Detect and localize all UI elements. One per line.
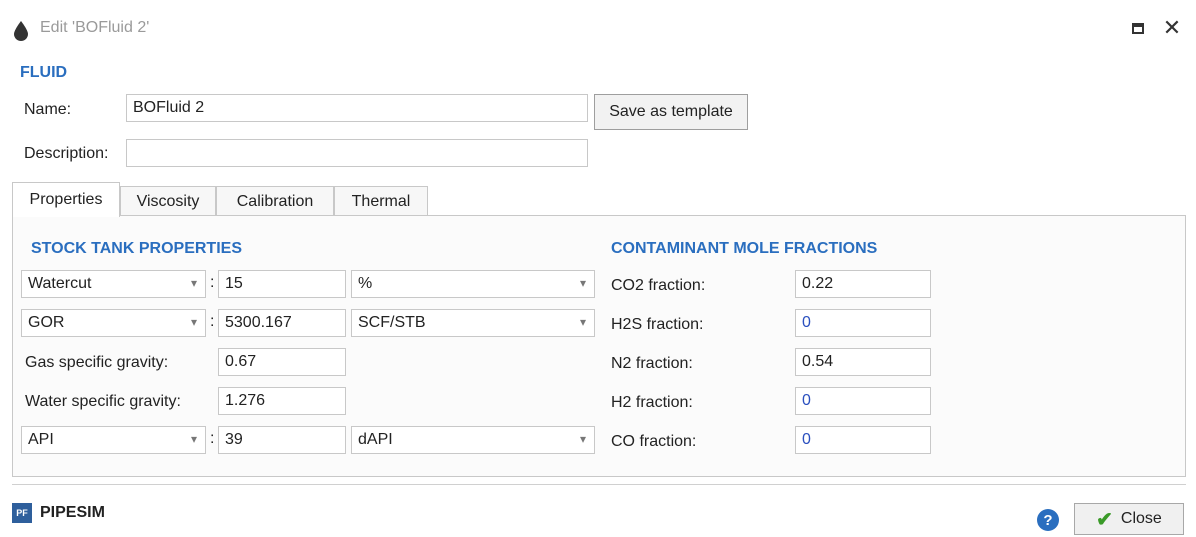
water-sg-label: Water specific gravity: — [25, 393, 181, 410]
colon: : — [210, 313, 215, 330]
name-label: Name: — [24, 101, 72, 118]
chevron-down-icon: ▾ — [190, 432, 197, 446]
gor-unit-select[interactable]: SCF/STB ▾ — [351, 309, 595, 337]
colon: : — [210, 274, 215, 291]
tab-thermal[interactable]: Thermal — [334, 186, 428, 216]
co-fraction-label: CO fraction: — [611, 433, 697, 450]
close-button[interactable]: ✔ Close — [1074, 503, 1184, 535]
close-button-label: Close — [1120, 510, 1162, 527]
help-icon[interactable]: ? — [1037, 509, 1059, 531]
watercut-selector[interactable]: Watercut ▾ — [21, 270, 206, 298]
api-input[interactable] — [218, 426, 346, 454]
n2-fraction-input[interactable] — [795, 348, 931, 376]
h2-fraction-label: H2 fraction: — [611, 394, 693, 411]
contaminants-section-title: CONTAMINANT MOLE FRACTIONS — [611, 240, 878, 257]
drop-icon — [14, 21, 28, 41]
properties-panel: STOCK TANK PROPERTIES Watercut ▾ : % ▾ G… — [12, 215, 1186, 477]
h2s-fraction-input[interactable] — [795, 309, 931, 337]
watercut-selector-value: Watercut — [28, 275, 92, 292]
maximize-icon — [1132, 22, 1144, 34]
fluid-section-title: FLUID — [20, 64, 68, 81]
stock-tank-section-title: STOCK TANK PROPERTIES — [31, 240, 242, 257]
watercut-unit-value: % — [358, 275, 373, 292]
api-unit-select[interactable]: dAPI ▾ — [351, 426, 595, 454]
watercut-unit-select[interactable]: % ▾ — [351, 270, 595, 298]
gor-selector-value: GOR — [28, 314, 65, 331]
gor-unit-value: SCF/STB — [358, 314, 426, 331]
save-as-template-button[interactable]: Save as template — [594, 94, 748, 130]
colon: : — [210, 430, 215, 447]
tab-properties[interactable]: Properties — [12, 182, 120, 217]
title-bar: Edit 'BOFluid 2' ✕ — [0, 0, 1196, 56]
chevron-down-icon: ▾ — [190, 276, 197, 290]
chevron-down-icon: ▾ — [579, 432, 586, 446]
api-unit-value: dAPI — [358, 431, 393, 448]
gas-sg-label: Gas specific gravity: — [25, 354, 169, 371]
name-input[interactable] — [126, 94, 588, 122]
n2-fraction-label: N2 fraction: — [611, 355, 693, 372]
brand-name: PIPESIM — [40, 504, 105, 521]
watercut-input[interactable] — [218, 270, 346, 298]
tab-calibration[interactable]: Calibration — [216, 186, 334, 216]
window-title: Edit 'BOFluid 2' — [40, 19, 150, 36]
water-sg-input[interactable] — [218, 387, 346, 415]
api-selector-value: API — [28, 431, 54, 448]
maximize-button[interactable] — [1124, 14, 1152, 42]
gor-selector[interactable]: GOR ▾ — [21, 309, 206, 337]
chevron-down-icon: ▾ — [190, 315, 197, 329]
chevron-down-icon: ▾ — [579, 315, 586, 329]
brand: PF PIPESIM — [12, 503, 105, 523]
co-fraction-input[interactable] — [795, 426, 931, 454]
footer-divider — [12, 484, 1186, 485]
gas-sg-input[interactable] — [218, 348, 346, 376]
chevron-down-icon: ▾ — [579, 276, 586, 290]
co2-fraction-input[interactable] — [795, 270, 931, 298]
api-selector[interactable]: API ▾ — [21, 426, 206, 454]
close-window-button[interactable]: ✕ — [1158, 14, 1186, 42]
tab-viscosity[interactable]: Viscosity — [120, 186, 216, 216]
co2-fraction-label: CO2 fraction: — [611, 277, 706, 294]
description-input[interactable] — [126, 139, 588, 167]
checkmark-icon: ✔ — [1096, 508, 1113, 531]
h2s-fraction-label: H2S fraction: — [611, 316, 704, 333]
pipesim-logo-icon: PF — [12, 503, 32, 523]
gor-input[interactable] — [218, 309, 346, 337]
description-label: Description: — [24, 145, 109, 162]
h2-fraction-input[interactable] — [795, 387, 931, 415]
